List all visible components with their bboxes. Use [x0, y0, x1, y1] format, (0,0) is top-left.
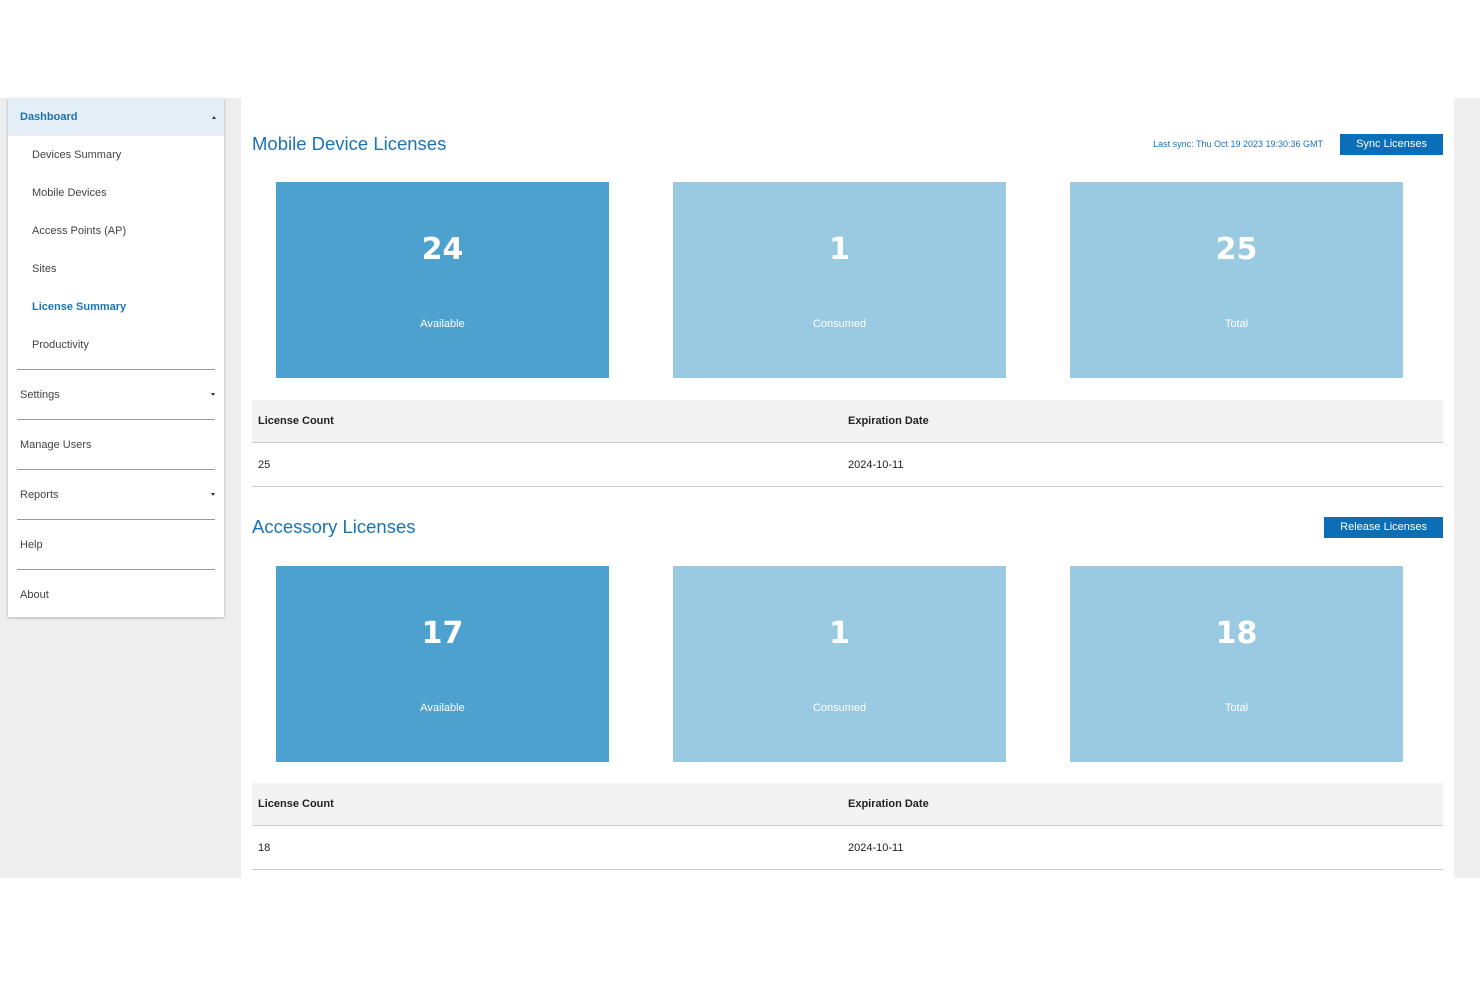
sidebar-item-label: Reports	[20, 488, 59, 501]
tile-value: 24	[421, 232, 464, 267]
tile-total: 25 Total	[1070, 182, 1403, 378]
caret-down-icon	[211, 393, 215, 396]
sidebar-item-help[interactable]: Help	[17, 519, 215, 569]
sidebar: Dashboard Devices Summary Mobile Devices…	[8, 98, 224, 617]
table-row: 18 2024-10-11	[252, 826, 1443, 870]
dashboard-submenu: Devices Summary Mobile Devices Access Po…	[8, 136, 224, 369]
sidebar-item-sites[interactable]: Sites	[8, 250, 224, 288]
tile-available: 24 Available	[276, 182, 609, 378]
app-root: Dashboard Devices Summary Mobile Devices…	[0, 98, 1480, 878]
sidebar-item-settings[interactable]: Settings	[17, 369, 215, 419]
sync-licenses-button[interactable]: Sync Licenses	[1340, 133, 1443, 155]
tile-caption: Consumed	[812, 318, 867, 330]
release-licenses-button[interactable]: Release Licenses	[1324, 516, 1443, 538]
tile-caption: Consumed	[812, 702, 867, 714]
tile-value: 25	[1215, 232, 1258, 267]
sidebar-item-license-summary[interactable]: License Summary	[8, 288, 224, 326]
column-header-expiration-date: Expiration Date	[848, 798, 929, 810]
mobile-licenses-header: Mobile Device Licenses Last sync: Thu Oc…	[252, 129, 1443, 159]
sidebar-item-reports[interactable]: Reports	[17, 469, 215, 519]
section-title: Accessory Licenses	[252, 516, 416, 537]
caret-up-icon	[212, 115, 216, 119]
table-cell: 2024-10-11	[848, 458, 904, 471]
sidebar-item-label: Dashboard	[20, 111, 78, 123]
accessory-license-table: License Count Expiration Date 18 2024-10…	[252, 783, 1443, 870]
sidebar-item-mobile-devices[interactable]: Mobile Devices	[8, 174, 224, 212]
table-cell: 25	[258, 458, 271, 471]
main-content: Mobile Device Licenses Last sync: Thu Oc…	[241, 98, 1454, 878]
tile-consumed: 1 Consumed	[673, 182, 1006, 378]
tile-caption: Total	[1224, 702, 1249, 714]
sidebar-item-devices-summary[interactable]: Devices Summary	[8, 136, 224, 174]
accessory-license-tiles: 17 Available 1 Consumed 18 Total	[276, 566, 1403, 762]
sidebar-item-label: About	[20, 588, 49, 601]
accessory-licenses-header: Accessory Licenses Release Licenses	[252, 512, 1443, 542]
sidebar-item-access-points[interactable]: Access Points (AP)	[8, 212, 224, 250]
tile-value: 1	[829, 616, 850, 651]
sidebar-item-label: Settings	[20, 388, 60, 401]
mobile-license-table: License Count Expiration Date 25 2024-10…	[252, 400, 1443, 487]
tile-total: 18 Total	[1070, 566, 1403, 762]
column-header-license-count: License Count	[258, 415, 334, 427]
tile-value: 1	[829, 232, 850, 267]
sidebar-item-about[interactable]: About	[17, 569, 215, 619]
tile-value: 18	[1215, 616, 1258, 651]
sidebar-item-productivity[interactable]: Productivity	[8, 326, 224, 364]
column-header-expiration-date: Expiration Date	[848, 415, 929, 427]
tile-caption: Total	[1224, 318, 1249, 330]
tile-available: 17 Available	[276, 566, 609, 762]
sidebar-item-label: Manage Users	[20, 438, 92, 451]
tile-value: 17	[421, 616, 464, 651]
sidebar-item-manage-users[interactable]: Manage Users	[17, 419, 215, 469]
last-sync-text: Last sync: Thu Oct 19 2023 19:30:36 GMT	[1153, 139, 1324, 149]
table-header: License Count Expiration Date	[252, 400, 1443, 443]
sidebar-item-dashboard[interactable]: Dashboard	[8, 98, 224, 136]
tile-caption: Available	[420, 318, 465, 330]
mobile-license-tiles: 24 Available 1 Consumed 25 Total	[276, 182, 1403, 378]
caret-down-icon	[211, 493, 215, 496]
table-row: 25 2024-10-11	[252, 443, 1443, 487]
section-title: Mobile Device Licenses	[252, 133, 447, 154]
table-cell: 18	[258, 841, 271, 854]
column-header-license-count: License Count	[258, 798, 334, 810]
table-header: License Count Expiration Date	[252, 783, 1443, 826]
sidebar-item-label: Help	[20, 538, 43, 551]
tile-caption: Available	[420, 702, 465, 714]
table-cell: 2024-10-11	[848, 841, 904, 854]
tile-consumed: 1 Consumed	[673, 566, 1006, 762]
